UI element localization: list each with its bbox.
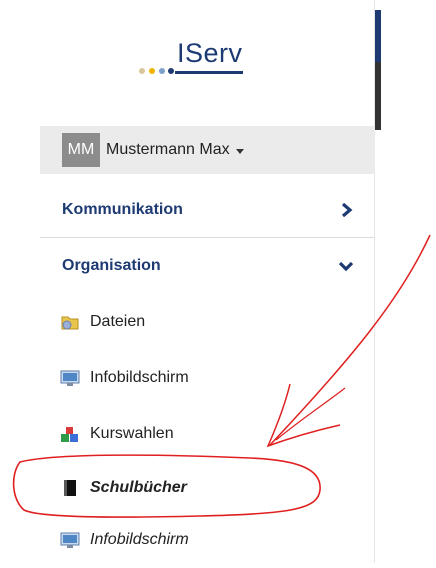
sidebar-item-dateien[interactable]: Dateien xyxy=(60,294,145,350)
iserv-logo[interactable]: IServ xyxy=(135,38,255,80)
sidebar-item-schulbuecher[interactable]: Schulbücher xyxy=(60,460,187,516)
user-menu[interactable]: MM Mustermann Max xyxy=(40,126,375,174)
top-dark-bar xyxy=(375,62,381,130)
logo-dot xyxy=(159,68,165,74)
logo-dot xyxy=(139,68,145,74)
sidebar-item-infobildschirm-2[interactable]: Infobildschirm xyxy=(60,512,189,568)
sidebar-item-label: Dateien xyxy=(90,313,146,330)
section-label: Kommunikation xyxy=(62,200,183,218)
avatar: MM xyxy=(62,133,100,167)
sidebar-item-label: Infobildschirm xyxy=(90,531,189,548)
caret-down-icon xyxy=(235,148,244,154)
sidebar-item-label: Infobildschirm xyxy=(90,369,189,386)
folder-icon xyxy=(61,316,79,330)
chevron-down-icon xyxy=(339,261,353,272)
sidebar-item-infobildschirm[interactable]: Infobildschirm xyxy=(60,350,189,406)
monitor-icon xyxy=(60,370,80,386)
chevron-right-icon xyxy=(341,202,353,217)
sidebar-item-kurswahlen[interactable]: Kurswahlen xyxy=(60,406,174,462)
book-icon xyxy=(63,480,76,496)
nav-section-kommunikation[interactable]: Kommunikation xyxy=(40,182,375,238)
sidebar-item-label: Kurswahlen xyxy=(90,425,174,442)
blocks-icon xyxy=(61,427,78,442)
sidebar-item-label: Schulbücher xyxy=(90,479,187,496)
logo-dot xyxy=(149,68,155,74)
monitor-icon xyxy=(60,532,80,548)
logo-dot xyxy=(168,68,174,74)
section-label: Organisation xyxy=(62,257,161,274)
nav-section-organisation[interactable]: Organisation xyxy=(40,238,375,294)
user-name: Mustermann Max xyxy=(106,141,230,158)
sidebar: IServ MM Mustermann Max Kommunikation Or… xyxy=(0,0,375,563)
logo-underline xyxy=(175,71,243,74)
top-accent-bar xyxy=(375,10,381,62)
logo-text: IServ xyxy=(177,38,243,68)
